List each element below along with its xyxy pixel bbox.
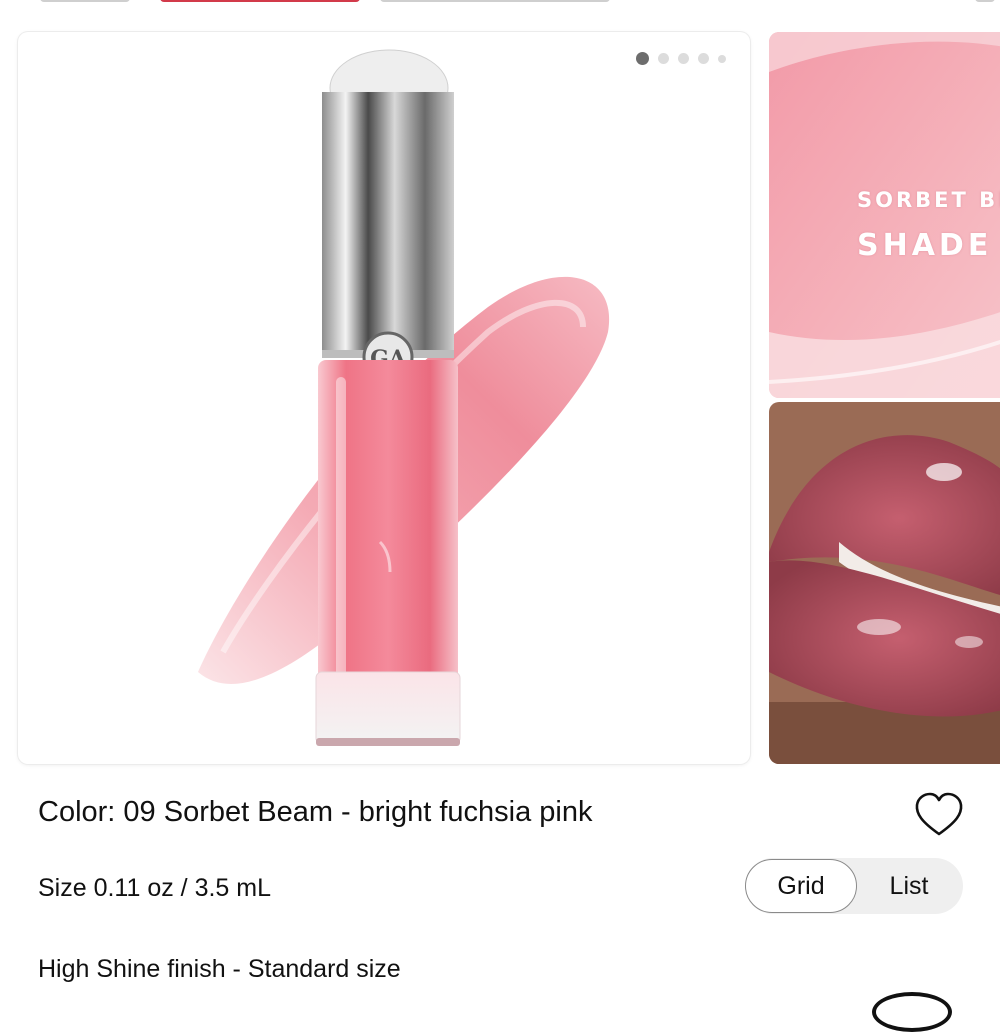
cropped-header-strip [0,0,1000,14]
swatch-image-card[interactable]: SORBET BE SHADE [769,32,1000,398]
swatch-texture-image [769,32,1000,398]
swatch-name-label: SORBET BE [857,188,1000,212]
model-lips-image-card[interactable] [769,402,1000,764]
main-product-image-card[interactable]: GA [18,32,750,764]
pagination-dot-3[interactable] [678,53,689,64]
heart-outline-icon[interactable] [914,792,964,838]
list-view-option[interactable]: List [855,858,963,914]
pagination-dot-4[interactable] [698,53,709,64]
size-label: Size 0.11 oz / 3.5 mL [38,874,271,902]
lip-gloss-product-image: GA [198,49,610,746]
cropped-button-outline [872,992,952,1032]
swatch-shade-label: SHADE [857,228,993,263]
pagination-dot-2[interactable] [658,53,669,64]
view-toggle[interactable]: Grid List [745,858,963,914]
finish-label: High Shine finish - Standard size [38,955,401,983]
grid-view-option[interactable]: Grid [745,859,857,913]
pagination-dot-5[interactable] [718,54,726,63]
gallery-pagination[interactable] [636,52,726,65]
selected-color-label: Color: 09 Sorbet Beam - bright fuchsia p… [38,796,593,828]
pagination-dot-1[interactable] [636,52,649,65]
model-lips-image [769,402,1000,764]
